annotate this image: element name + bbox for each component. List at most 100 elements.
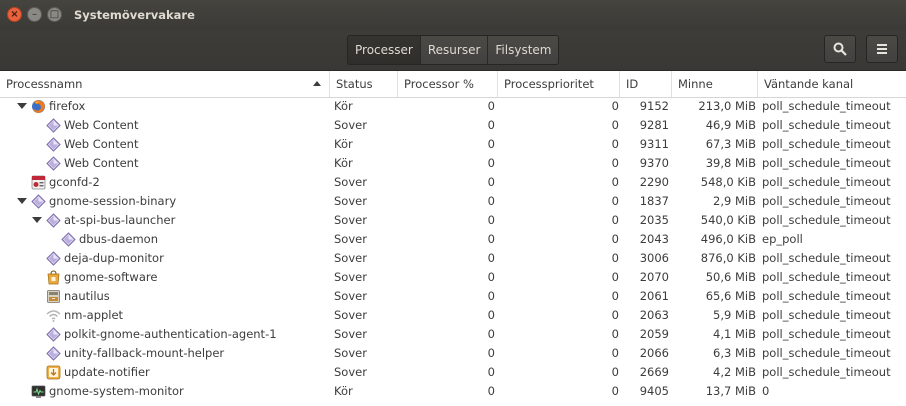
tab-resources[interactable]: Resurser bbox=[420, 36, 489, 64]
process-name: Web Content bbox=[64, 156, 139, 170]
process-name: at-spi-bus-launcher bbox=[64, 213, 176, 227]
table-row[interactable]: polkit-gnome-authentication-agent-1 Sover… bbox=[0, 325, 906, 344]
hamburger-menu-icon bbox=[877, 44, 887, 54]
table-row[interactable]: nautilus Sover 0 0 2061 65,6 MiB poll_schedule… bbox=[0, 287, 906, 306]
priority-cell: 0 bbox=[611, 346, 619, 360]
process-name: gnome-session-binary bbox=[49, 194, 177, 208]
tab-filesystems[interactable]: Filsystem bbox=[488, 36, 559, 64]
memory-cell: 50,6 MiB bbox=[705, 270, 756, 284]
cpu-cell: 0 bbox=[487, 232, 495, 246]
waiting-channel-cell: poll_schedule_timeout bbox=[762, 175, 891, 189]
priority-cell: 0 bbox=[611, 156, 619, 170]
table-row[interactable]: unity-fallback-mount-helper Sover 0 0 2066 6,… bbox=[0, 344, 906, 363]
process-name: nautilus bbox=[64, 289, 110, 303]
priority-cell: 0 bbox=[611, 118, 619, 132]
table-row[interactable]: firefox Kör 0 0 9152 213,0 MiB poll_schedule_t… bbox=[0, 97, 906, 116]
cpu-cell: 0 bbox=[487, 384, 495, 398]
process-name-cell: nautilus bbox=[0, 287, 330, 306]
diamond-icon bbox=[61, 232, 76, 247]
id-cell: 2290 bbox=[639, 175, 669, 189]
diamond-icon bbox=[46, 137, 61, 152]
column-header-cpu[interactable]: Processor % bbox=[398, 71, 498, 97]
search-button[interactable] bbox=[824, 35, 856, 63]
id-cell: 2066 bbox=[639, 346, 669, 360]
status-cell: Sover bbox=[334, 365, 367, 379]
priority-cell: 0 bbox=[611, 327, 619, 341]
status-cell: Sover bbox=[334, 327, 367, 341]
column-header-waiting-channel[interactable]: Väntande kanal bbox=[758, 71, 906, 97]
column-label: Minne bbox=[678, 77, 713, 91]
process-name: dbus-daemon bbox=[79, 232, 158, 246]
cpu-cell: 0 bbox=[487, 289, 495, 303]
expander-triangle-icon[interactable] bbox=[17, 103, 27, 109]
waiting-channel-cell: poll_schedule_timeout bbox=[762, 118, 891, 132]
status-cell: Sover bbox=[334, 251, 367, 265]
id-cell: 2070 bbox=[639, 270, 669, 284]
process-name: polkit-gnome-authentication-agent-1 bbox=[64, 327, 277, 341]
process-name-cell: gconfd-2 bbox=[0, 173, 330, 192]
table-row[interactable]: Web Content Kör 0 0 9370 39,8 MiB poll_schedul… bbox=[0, 154, 906, 173]
status-cell: Sover bbox=[334, 194, 367, 208]
menu-button[interactable] bbox=[866, 35, 898, 63]
table-row[interactable]: Web Content Sover 0 0 9281 46,9 MiB poll_sched… bbox=[0, 116, 906, 135]
column-label: Status bbox=[336, 77, 373, 91]
memory-cell: 4,2 MiB bbox=[713, 365, 756, 379]
column-header-id[interactable]: ID bbox=[620, 71, 672, 97]
process-name: gnome-system-monitor bbox=[49, 384, 184, 398]
files-icon bbox=[46, 289, 61, 304]
diamond-icon bbox=[46, 251, 61, 266]
column-header-priority[interactable]: Processprioritet bbox=[498, 71, 620, 97]
expander-triangle-icon[interactable] bbox=[32, 217, 42, 223]
status-cell: Sover bbox=[334, 308, 367, 322]
column-label: Processor % bbox=[404, 77, 474, 91]
close-window-button[interactable]: × bbox=[7, 7, 22, 22]
priority-cell: 0 bbox=[611, 213, 619, 227]
table-row[interactable]: dbus-daemon Sover 0 0 2043 496,0 KiB ep_poll bbox=[0, 230, 906, 249]
process-name-cell: Web Content bbox=[0, 154, 330, 173]
maximize-icon: □ bbox=[49, 8, 60, 20]
software-icon bbox=[46, 270, 61, 285]
sort-ascending-icon bbox=[313, 81, 321, 86]
table-row[interactable]: gnome-system-monitor Kör 0 0 9405 13,7 MiB 0 bbox=[0, 382, 906, 401]
column-header-memory[interactable]: Minne bbox=[672, 71, 758, 97]
process-name: nm-applet bbox=[64, 308, 124, 322]
table-row[interactable]: Web Content Kör 0 0 9311 67,3 MiB poll_schedul… bbox=[0, 135, 906, 154]
expander-triangle-icon[interactable] bbox=[17, 198, 27, 204]
table-row[interactable]: at-spi-bus-launcher Sover 0 0 2035 540,0 KiB p… bbox=[0, 211, 906, 230]
table-row[interactable]: nm-applet Sover 0 0 2063 5,9 MiB poll_schedule… bbox=[0, 306, 906, 325]
memory-cell: 4,1 MiB bbox=[713, 327, 756, 341]
column-header-process-name[interactable]: Processnamn bbox=[0, 71, 330, 97]
id-cell: 1837 bbox=[639, 194, 669, 208]
memory-cell: 67,3 MiB bbox=[705, 137, 756, 151]
id-cell: 9152 bbox=[639, 99, 669, 113]
process-name: gconfd-2 bbox=[49, 175, 100, 189]
table-row[interactable]: gconfd-2 Sover 0 0 2290 548,0 KiB poll_schedul… bbox=[0, 173, 906, 192]
table-row[interactable]: update-notifier Sover 0 0 2669 4,2 MiB poll_sc… bbox=[0, 363, 906, 382]
tab-processes[interactable]: Processer bbox=[348, 36, 421, 64]
table-row[interactable]: gnome-session-binary Sover 0 0 1837 2,9 MiB po… bbox=[0, 192, 906, 211]
cpu-cell: 0 bbox=[487, 251, 495, 265]
status-cell: Kör bbox=[334, 137, 353, 151]
window-title: Systemövervakare bbox=[74, 8, 195, 22]
table-row[interactable]: gnome-software Sover 0 0 2070 50,6 MiB poll_sc… bbox=[0, 268, 906, 287]
process-name: gnome-software bbox=[64, 270, 158, 284]
priority-cell: 0 bbox=[611, 270, 619, 284]
table-row[interactable]: deja-dup-monitor Sover 0 0 3006 876,0 KiB poll… bbox=[0, 249, 906, 268]
memory-cell: 2,9 MiB bbox=[713, 194, 756, 208]
diamond-icon bbox=[46, 213, 61, 228]
column-header-status[interactable]: Status bbox=[330, 71, 398, 97]
minimize-window-button[interactable]: – bbox=[27, 7, 42, 22]
priority-cell: 0 bbox=[611, 175, 619, 189]
memory-cell: 876,0 KiB bbox=[700, 251, 756, 265]
memory-cell: 5,9 MiB bbox=[713, 308, 756, 322]
cpu-cell: 0 bbox=[487, 365, 495, 379]
memory-cell: 548,0 KiB bbox=[700, 175, 756, 189]
waiting-channel-cell: poll_schedule_timeout bbox=[762, 156, 891, 170]
toolbar: Processer Resurser Filsystem bbox=[0, 30, 906, 71]
maximize-window-button[interactable]: □ bbox=[47, 7, 62, 22]
priority-cell: 0 bbox=[611, 365, 619, 379]
id-cell: 2035 bbox=[639, 213, 669, 227]
status-cell: Sover bbox=[334, 175, 367, 189]
search-icon bbox=[833, 42, 847, 56]
memory-cell: 213,0 MiB bbox=[698, 99, 756, 113]
